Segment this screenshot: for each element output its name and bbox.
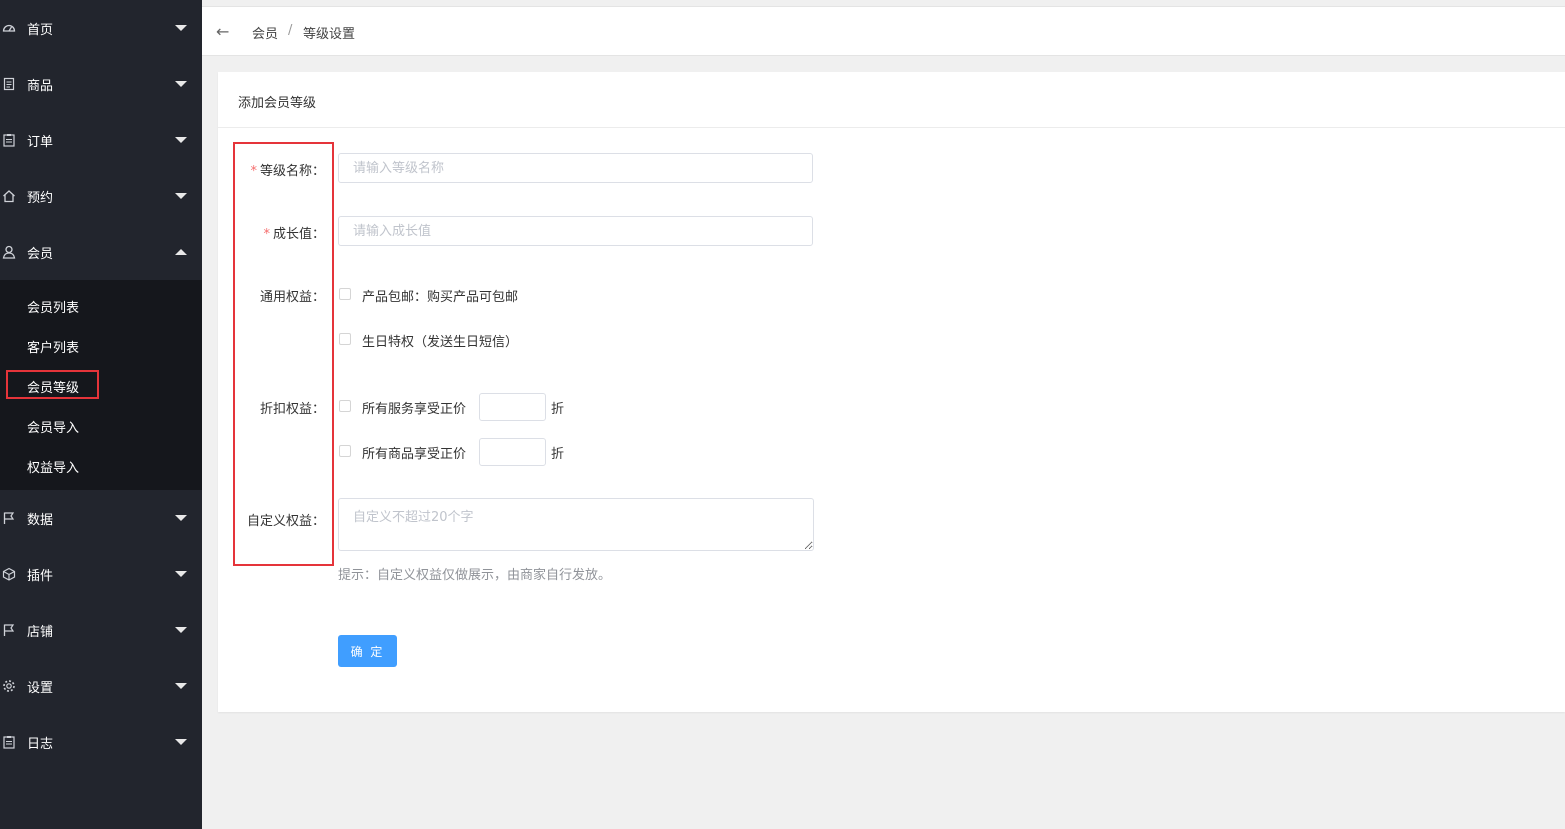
menu-item-member[interactable]: 会员 — [0, 224, 202, 280]
breadcrumb-separator: / — [288, 23, 293, 38]
custom-rights-textarea[interactable] — [338, 498, 814, 551]
level-name-label: * 等级名称： — [250, 160, 325, 179]
submenu-item-member-import[interactable]: 会员导入 — [0, 406, 202, 446]
page-title: 添加会员等级 — [238, 96, 317, 111]
sidebar: 首页 商品 订单 预约 会员 会员列表 客户列表 会员等级 会员导入 权益导入 … — [0, 0, 202, 829]
submenu-label: 会员列表 — [27, 300, 80, 316]
menu-item-log[interactable]: 日志 — [0, 714, 202, 770]
goods-discount-input[interactable] — [479, 438, 546, 466]
gear-icon — [2, 679, 16, 693]
menu-label: 数据 — [27, 512, 54, 528]
chevron-down-icon — [175, 515, 187, 521]
menu-label: 店铺 — [27, 624, 54, 640]
discount-rights-label: 折扣权益： — [259, 402, 325, 417]
back-arrow-icon[interactable]: ← — [216, 22, 229, 41]
service-discount-unit: 折 — [551, 402, 565, 417]
card-header: 添加会员等级 — [218, 72, 1565, 128]
flag-icon — [2, 511, 16, 525]
submenu-item-customer-list[interactable]: 客户列表 — [0, 326, 202, 366]
clipboard-icon — [2, 133, 16, 147]
menu-item-goods[interactable]: 商品 — [0, 56, 202, 112]
flag-icon — [2, 623, 16, 637]
menu-item-settings[interactable]: 设置 — [0, 658, 202, 714]
menu-label: 日志 — [27, 736, 54, 752]
submenu-item-member-level[interactable]: 会员等级 — [0, 366, 202, 406]
growth-value-input[interactable] — [338, 216, 813, 246]
document-icon — [2, 77, 16, 91]
chevron-down-icon — [175, 25, 187, 31]
breadcrumb-parent-link[interactable]: 会员 — [252, 23, 278, 42]
chevron-down-icon — [175, 627, 187, 633]
service-discount-checkbox[interactable] — [339, 400, 351, 412]
custom-rights-hint: 提示：自定义权益仅做展示，由商家自行发放。 — [338, 568, 612, 583]
service-discount-text: 所有服务享受正价 — [362, 402, 467, 417]
chevron-up-icon — [175, 249, 187, 255]
menu-label: 首页 — [27, 22, 54, 38]
menu-label: 设置 — [27, 680, 54, 696]
submenu-item-member-list[interactable]: 会员列表 — [0, 286, 202, 326]
menu-label: 预约 — [27, 190, 54, 206]
submenu-item-rights-import[interactable]: 权益导入 — [0, 446, 202, 486]
required-mark: * — [263, 227, 270, 242]
free-shipping-text: 产品包邮：购买产品可包邮 — [362, 290, 519, 305]
user-icon — [2, 245, 16, 259]
menu-item-plugins[interactable]: 插件 — [0, 546, 202, 602]
chevron-down-icon — [175, 193, 187, 199]
birthday-privilege-text: 生日特权（发送生日短信） — [362, 335, 519, 350]
submenu-label: 会员等级 — [27, 380, 80, 396]
menu-item-store[interactable]: 店铺 — [0, 602, 202, 658]
birthday-privilege-checkbox[interactable] — [339, 333, 351, 345]
confirm-button[interactable]: 确 定 — [338, 635, 397, 667]
level-name-input[interactable] — [338, 153, 813, 183]
submenu-label: 客户列表 — [27, 340, 80, 356]
service-discount-input[interactable] — [479, 393, 546, 421]
chevron-down-icon — [175, 571, 187, 577]
clipboard-icon — [2, 735, 16, 749]
menu-item-data[interactable]: 数据 — [0, 490, 202, 546]
menu-label: 会员 — [27, 246, 54, 262]
growth-value-label: * 成长值： — [263, 223, 325, 242]
level-name-label-text: 等级名称： — [259, 164, 325, 179]
chevron-down-icon — [175, 81, 187, 87]
common-rights-label: 通用权益： — [259, 290, 325, 305]
menu-item-home[interactable]: 首页 — [0, 0, 202, 56]
chevron-down-icon — [175, 739, 187, 745]
required-mark: * — [250, 164, 257, 179]
breadcrumb-current: 等级设置 — [303, 27, 356, 42]
custom-rights-label: 自定义权益： — [246, 514, 325, 529]
goods-discount-text: 所有商品享受正价 — [362, 447, 467, 462]
chevron-down-icon — [175, 683, 187, 689]
growth-value-label-text: 成长值： — [272, 227, 325, 242]
menu-item-booking[interactable]: 预约 — [0, 168, 202, 224]
goods-discount-unit: 折 — [551, 447, 565, 462]
goods-discount-checkbox[interactable] — [339, 445, 351, 457]
dashboard-icon — [2, 21, 16, 35]
submenu-label: 权益导入 — [27, 460, 80, 476]
menu-label: 插件 — [27, 568, 54, 584]
member-submenu: 会员列表 客户列表 会员等级 会员导入 权益导入 — [0, 280, 202, 490]
menu-label: 订单 — [27, 134, 54, 150]
menu-item-orders[interactable]: 订单 — [0, 112, 202, 168]
home-icon — [2, 189, 16, 203]
submenu-label: 会员导入 — [27, 420, 80, 436]
free-shipping-checkbox[interactable] — [339, 288, 351, 300]
menu-label: 商品 — [27, 78, 54, 94]
level-form-card: 添加会员等级 *等级名称： *成长值： 通用权益： 产品包邮：购买产品可包邮 生… — [218, 72, 1565, 712]
chevron-down-icon — [175, 137, 187, 143]
breadcrumb-bar: ← 会员 / 等级设置 — [202, 6, 1565, 56]
cube-icon — [2, 567, 16, 581]
